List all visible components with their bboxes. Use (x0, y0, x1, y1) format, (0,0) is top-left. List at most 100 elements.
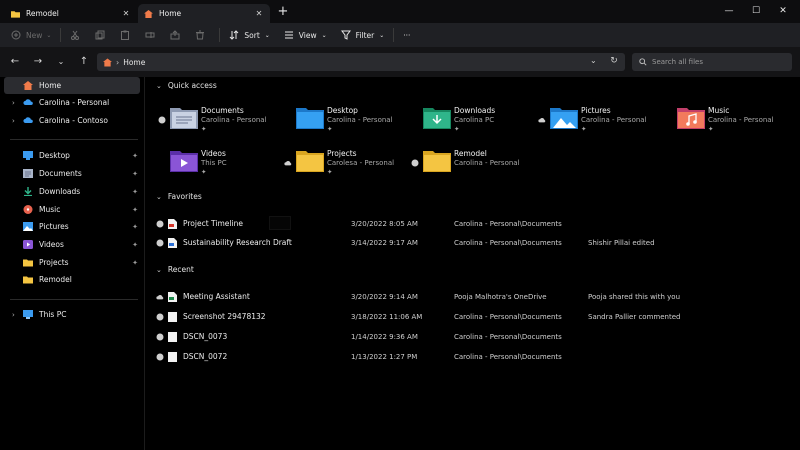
downloads-icon (24, 187, 32, 196)
expand-chevron-icon[interactable]: › (12, 311, 20, 319)
more-options-button[interactable]: ··· (398, 26, 415, 44)
file-name: DSCN_0073 (183, 332, 228, 341)
pin-icon: ✦ (454, 125, 460, 133)
pin-icon[interactable]: ✦ (130, 188, 140, 196)
rename-icon (145, 32, 155, 38)
sidebar-item-pictures[interactable]: Pictures ✦ (4, 218, 140, 235)
pin-icon[interactable]: ✦ (130, 170, 140, 178)
rename-button[interactable] (140, 26, 165, 44)
quick-access-remodel[interactable]: Remodel Carolina - Personal (411, 148, 536, 184)
collapse-chevron-icon[interactable]: ⌄ (156, 193, 162, 201)
maximize-button[interactable]: ☐ (745, 4, 767, 18)
new-tab-button[interactable]: + (275, 5, 291, 21)
view-label: View (298, 30, 317, 40)
tile-location: This PC (201, 159, 227, 167)
tile-location: Carolina - Personal (581, 116, 647, 124)
share-button[interactable] (165, 26, 190, 44)
recent-header[interactable]: ⌄ Recent (156, 265, 194, 274)
recent-row[interactable]: Meeting Assistant 3/20/2022 9:14 AM Pooj… (156, 288, 786, 305)
divider (10, 139, 138, 140)
sidebar-item-remodel[interactable]: Remodel (4, 271, 140, 288)
sidebar-item-videos[interactable]: Videos ✦ (4, 236, 140, 253)
copy-button[interactable] (90, 26, 115, 44)
quick-access-projects[interactable]: Projects Carolesa - Personal ✦ (284, 148, 409, 184)
up-button[interactable]: ↑ (77, 55, 91, 69)
forward-button[interactable]: → (31, 55, 45, 69)
tab-label: Home (159, 9, 182, 18)
this-pc-icon (23, 310, 33, 319)
pin-icon[interactable]: ✦ (130, 206, 140, 214)
collapse-chevron-icon[interactable]: ⌄ (156, 82, 162, 90)
sidebar-item-music[interactable]: Music ✦ (4, 201, 140, 218)
recent-row[interactable]: Screenshot 29478132 3/18/2022 11:06 AM C… (156, 308, 786, 325)
address-bar[interactable]: › Home (97, 53, 625, 71)
close-window-button[interactable]: ✕ (772, 4, 794, 18)
back-button[interactable]: ← (8, 55, 22, 69)
quick-access-documents[interactable]: Documents Carolina - Personal ✦ (158, 105, 283, 141)
sidebar-item-projects[interactable]: Projects ✦ (4, 254, 140, 271)
desktop-icon (23, 151, 33, 160)
pin-icon: ✦ (581, 125, 587, 133)
sidebar-item-documents[interactable]: Documents ✦ (4, 165, 140, 182)
file-activity: Sandra Pallier commented (588, 312, 681, 321)
quick-access-downloads[interactable]: Downloads Carolina PC ✦ (411, 105, 536, 141)
videos-folder-icon (170, 151, 198, 172)
view-button[interactable]: View ⌄ (279, 26, 332, 44)
new-button[interactable]: New ⌄ (6, 26, 56, 44)
collapse-chevron-icon[interactable]: ⌄ (156, 266, 162, 274)
quick-access-videos[interactable]: Videos This PC ✦ (158, 148, 283, 184)
favorites-row[interactable]: Sustainability Research Draft 3/14/2022 … (156, 234, 786, 251)
tile-location: Carolina PC (454, 116, 495, 124)
quick-access-header[interactable]: ⌄ Quick access (156, 81, 217, 90)
filter-button[interactable]: Filter ⌄ (336, 26, 390, 44)
delete-button[interactable] (190, 26, 215, 44)
minimize-button[interactable]: — (718, 4, 740, 18)
expand-chevron-icon[interactable]: › (12, 99, 20, 107)
breadcrumb-home[interactable]: Home (123, 58, 145, 67)
pin-icon[interactable]: ✦ (130, 152, 140, 160)
favorites-header[interactable]: ⌄ Favorites (156, 192, 202, 201)
search-box[interactable] (632, 53, 792, 71)
sidebar-item-desktop[interactable]: Desktop ✦ (4, 147, 140, 164)
tab-remodel[interactable]: Remodel ✕ (5, 4, 137, 23)
sidebar-item-carolina-personal[interactable]: › Carolina - Personal (4, 94, 140, 111)
search-icon (639, 58, 647, 66)
sidebar-item-downloads[interactable]: Downloads ✦ (4, 183, 140, 200)
file-location: Pooja Malhotra's OneDrive (454, 292, 547, 301)
cut-button[interactable] (65, 26, 90, 44)
close-tab-icon[interactable]: ✕ (254, 9, 264, 18)
documents-icon (23, 169, 33, 178)
sidebar-item-this-pc[interactable]: › This PC (4, 306, 140, 323)
pin-icon[interactable]: ✦ (130, 241, 140, 249)
search-input[interactable] (652, 58, 782, 66)
quick-access-desktop[interactable]: Desktop Carolina - Personal ✦ (284, 105, 409, 141)
scissors-icon (71, 30, 80, 40)
sort-button[interactable]: Sort ⌄ (224, 26, 274, 44)
breadcrumb-separator: › (116, 57, 120, 67)
tile-name: Pictures (581, 106, 611, 115)
address-dropdown-button[interactable]: ⌄ (590, 56, 597, 65)
pin-icon: ✦ (327, 125, 333, 133)
sidebar-item-home[interactable]: Home (4, 77, 140, 94)
tile-name: Projects (327, 149, 357, 158)
favorites-row[interactable]: Project Timeline 3/20/2022 8:05 AM Carol… (156, 215, 786, 232)
quick-access-music[interactable]: Music Carolina - Personal ✦ (665, 105, 790, 141)
recent-row[interactable]: DSCN_0072 1/13/2022 1:27 PM Carolina - P… (156, 348, 786, 365)
home-icon (144, 9, 153, 18)
image-file-icon (168, 331, 177, 342)
recent-locations-button[interactable]: ⌄ (54, 55, 68, 69)
paste-button[interactable] (115, 26, 140, 44)
tab-home[interactable]: Home ✕ (138, 4, 270, 23)
pin-icon[interactable]: ✦ (130, 259, 140, 267)
synced-status-icon (156, 353, 164, 360)
refresh-button[interactable]: ↻ (607, 56, 621, 68)
projects-folder-icon (296, 151, 324, 172)
file-location: Carolina - Personal\Documents (454, 312, 562, 321)
sidebar-item-carolina-contoso[interactable]: › Carolina - Contoso (4, 112, 140, 129)
quick-access-pictures[interactable]: Pictures Carolina - Personal ✦ (538, 105, 663, 141)
pin-icon[interactable]: ✦ (130, 223, 140, 231)
close-tab-icon[interactable]: ✕ (121, 9, 131, 18)
expand-chevron-icon[interactable]: › (12, 117, 20, 125)
recent-row[interactable]: DSCN_0073 1/14/2022 9:36 AM Carolina - P… (156, 328, 786, 345)
file-activity: Pooja shared this with you (588, 292, 681, 301)
